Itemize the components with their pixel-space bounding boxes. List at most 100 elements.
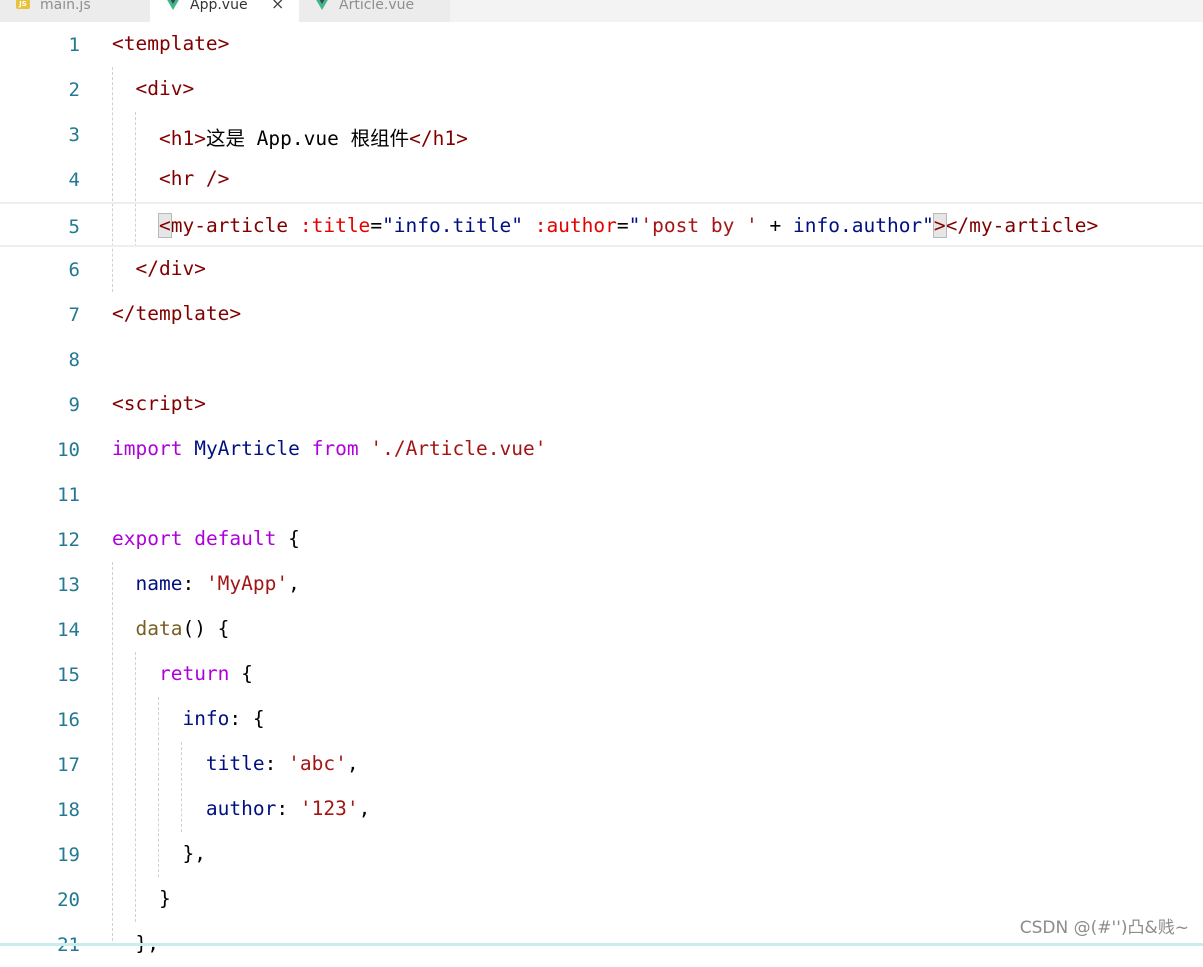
- code-line[interactable]: 9 <script>: [0, 382, 1203, 427]
- code-text[interactable]: }: [112, 887, 171, 910]
- close-tab-icon[interactable]: ×: [271, 0, 284, 13]
- editor-tab-bar: JS main.js App.vue × Article.vue: [0, 0, 1203, 22]
- code-text[interactable]: <template>: [112, 32, 229, 55]
- code-text[interactable]: <script>: [112, 392, 206, 415]
- code-token: : {: [229, 707, 265, 730]
- code-line[interactable]: 5 <my-article :title="info.title" :autho…: [0, 202, 1203, 247]
- line-number: 18: [57, 799, 80, 821]
- code-text[interactable]: name: 'MyApp',: [112, 572, 299, 595]
- vue-file-icon: [316, 0, 328, 10]
- code-line[interactable]: 10 import MyArticle from './Article.vue': [0, 427, 1203, 472]
- code-token: ,: [358, 797, 371, 820]
- code-token: 这是 App.vue 根组件: [205, 127, 410, 150]
- code-line[interactable]: 16 info: {: [0, 697, 1203, 742]
- code-token: =: [370, 214, 383, 237]
- code-token: :author: [534, 214, 617, 237]
- code-text[interactable]: author: '123',: [112, 797, 370, 820]
- code-token: <hr />: [158, 167, 230, 190]
- line-number: 8: [68, 349, 80, 371]
- code-line[interactable]: 15 return {: [0, 652, 1203, 697]
- code-line[interactable]: 12 export default {: [0, 517, 1203, 562]
- code-text[interactable]: import MyArticle from './Article.vue': [112, 437, 546, 460]
- code-line[interactable]: 2 <div>: [0, 67, 1203, 112]
- code-text[interactable]: <div>: [112, 77, 194, 100]
- code-text[interactable]: </div>: [112, 257, 206, 280]
- code-token: () {: [182, 617, 230, 640]
- code-text[interactable]: <my-article :title="info.title" :author=…: [112, 213, 1098, 238]
- code-token: info: [182, 707, 230, 730]
- code-token: info.author": [793, 214, 934, 237]
- line-number: 19: [57, 844, 80, 866]
- tab-label: Article.vue: [339, 0, 415, 13]
- code-token: from: [311, 437, 359, 460]
- code-text[interactable]: export default {: [112, 527, 300, 550]
- code-line[interactable]: 13 name: 'MyApp',: [0, 562, 1203, 607]
- code-token: 'post by ': [640, 214, 758, 237]
- code-token: =: [616, 214, 629, 237]
- code-token: <div>: [135, 77, 195, 100]
- code-token: ,: [346, 752, 359, 775]
- code-text[interactable]: info: {: [112, 707, 265, 730]
- code-token: },: [182, 842, 206, 865]
- code-text[interactable]: </template>: [112, 302, 241, 325]
- code-line[interactable]: 4 <hr />: [0, 157, 1203, 202]
- code-token: :: [264, 752, 289, 775]
- code-token: :: [276, 797, 300, 820]
- code-line[interactable]: 19 },: [0, 832, 1203, 877]
- code-line[interactable]: 8: [0, 337, 1203, 382]
- code-token: </div>: [135, 257, 206, 280]
- line-number: 1: [68, 34, 80, 56]
- line-number: 15: [57, 664, 80, 686]
- code-line[interactable]: 18 author: '123',: [0, 787, 1203, 832]
- code-text[interactable]: <h1>这是 App.vue 根组件</h1>: [112, 122, 468, 151]
- code-line[interactable]: 1 <template>: [0, 22, 1203, 67]
- line-number: 5: [68, 216, 80, 238]
- vue-file-icon: [167, 0, 179, 10]
- code-token: export: [112, 527, 183, 550]
- code-line[interactable]: 11: [0, 472, 1203, 517]
- code-text[interactable]: <hr />: [112, 167, 229, 190]
- code-line[interactable]: 3 <h1>这是 App.vue 根组件</h1>: [0, 112, 1203, 157]
- line-number: 3: [68, 124, 80, 146]
- code-line[interactable]: 14 data() {: [0, 607, 1203, 652]
- line-number: 17: [57, 754, 80, 776]
- tab-app-vue[interactable]: App.vue ×: [150, 0, 299, 22]
- line-number: 6: [68, 259, 80, 281]
- line-number: 12: [57, 529, 80, 551]
- line-number: 2: [68, 79, 80, 101]
- line-number: 14: [57, 619, 80, 641]
- code-token: }: [158, 887, 171, 910]
- code-token: MyArticle: [194, 437, 300, 460]
- line-number: 20: [57, 889, 80, 911]
- code-token: <template>: [112, 32, 230, 55]
- code-line[interactable]: 17 title: 'abc',: [0, 742, 1203, 787]
- code-line[interactable]: 7 </template>: [0, 292, 1203, 337]
- code-text[interactable]: },: [112, 842, 206, 865]
- code-token: </template>: [112, 302, 242, 325]
- line-number: 10: [57, 439, 80, 461]
- tab-article-vue[interactable]: Article.vue: [299, 0, 450, 22]
- code-line[interactable]: 6 </div>: [0, 247, 1203, 292]
- code-editor[interactable]: 1 <template> 2 <div> 3 <h1>这是 App.vue 根组件</…: [0, 22, 1203, 956]
- code-token: my-article: [170, 214, 300, 237]
- line-number: 16: [57, 709, 80, 731]
- code-token: import: [112, 437, 183, 460]
- code-token: {: [276, 527, 300, 550]
- code-text[interactable]: title: 'abc',: [112, 752, 359, 775]
- code-token: name: [135, 572, 183, 595]
- code-token: 'abc': [288, 752, 347, 775]
- tab-main-js[interactable]: JS main.js: [0, 0, 150, 22]
- code-text[interactable]: return {: [112, 662, 253, 685]
- code-text[interactable]: data() {: [112, 617, 229, 640]
